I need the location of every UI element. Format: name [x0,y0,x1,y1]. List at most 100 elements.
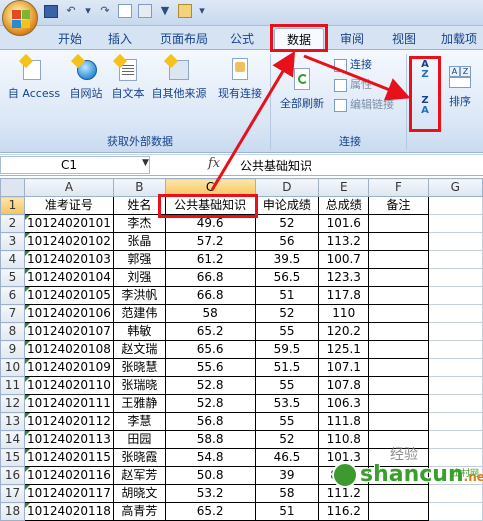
column-header-d[interactable]: D [254,178,320,197]
cell[interactable] [427,376,483,395]
tab-insert[interactable]: 插入 [98,28,142,50]
cell[interactable]: 10124020109 [23,358,114,377]
print-preview-icon[interactable] [118,4,132,18]
cell[interactable]: 50.8 [164,466,256,485]
existing-connections-button[interactable]: 现有连接 [212,56,268,101]
cell[interactable] [427,214,483,233]
cell[interactable]: 10124020106 [23,304,114,323]
connections-button[interactable]: 连接 [334,56,372,74]
cell[interactable]: 张晓霞 [112,448,166,467]
print-icon[interactable] [138,4,152,18]
cell[interactable]: 赵文瑞 [112,340,166,359]
cell[interactable]: 110 [318,304,370,323]
row-header[interactable]: 13 [0,412,25,431]
cell[interactable]: 10124020116 [23,466,114,485]
cell[interactable] [427,250,483,269]
cell[interactable]: 李慧 [112,412,166,431]
cell[interactable]: 65.2 [164,502,256,521]
cell[interactable]: 117.8 [318,286,370,305]
tab-home[interactable]: 开始 [48,28,92,50]
cell[interactable]: 55 [254,322,320,341]
cell[interactable]: 范建伟 [112,304,166,323]
cell[interactable]: 10124020112 [23,412,114,431]
cell[interactable]: 106.3 [318,394,370,413]
header-cell[interactable]: 备注 [368,196,429,215]
cell[interactable]: 刘强 [112,268,166,287]
cell[interactable] [427,268,483,287]
redo-icon[interactable]: ↷ [98,4,112,18]
cell[interactable]: 10124020107 [23,322,114,341]
cell[interactable] [427,412,483,431]
cell[interactable]: 52 [254,430,320,449]
tab-review[interactable]: 审阅 [334,28,370,50]
cell[interactable]: 61.2 [164,250,256,269]
name-box[interactable]: C1 [0,156,150,174]
cell[interactable] [427,340,483,359]
cell[interactable]: 10124020111 [23,394,114,413]
row-header[interactable]: 14 [0,430,25,449]
column-header-a[interactable]: A [23,178,114,197]
properties-button[interactable]: 属性 [334,76,372,94]
cell[interactable] [427,286,483,305]
cell[interactable]: 59.5 [254,340,320,359]
header-cell[interactable]: 总成绩 [318,196,370,215]
cell-remark[interactable] [368,394,429,413]
tab-addins[interactable]: 加载项 [436,28,482,50]
cell[interactable]: 李洪帆 [112,286,166,305]
cell[interactable]: 120.2 [318,322,370,341]
cell[interactable] [427,304,483,323]
cell[interactable]: 10124020103 [23,250,114,269]
cell[interactable] [427,196,483,215]
edit-links-button[interactable]: 编辑链接 [334,96,394,114]
cell[interactable]: 51 [254,286,320,305]
cell[interactable]: 10124020113 [23,430,114,449]
cell[interactable]: 107.1 [318,358,370,377]
name-box-dropdown-icon[interactable]: ▼ [142,158,149,168]
row-header[interactable]: 9 [0,340,25,359]
cell[interactable]: 123.3 [318,268,370,287]
cell[interactable]: 65.6 [164,340,256,359]
filter-icon[interactable]: ▼ [158,4,172,18]
cell[interactable]: 100.7 [318,250,370,269]
row-header[interactable]: 1 [0,196,25,215]
cell[interactable]: 66.8 [164,286,256,305]
undo-icon[interactable]: ↶ [64,4,78,18]
tab-page-layout[interactable]: 页面布局 [152,28,216,50]
from-web-button[interactable]: 自网站 [64,53,108,101]
cell-remark[interactable] [368,358,429,377]
cell[interactable]: 王雅静 [112,394,166,413]
cell[interactable]: 53.5 [254,394,320,413]
cell-remark[interactable] [368,376,429,395]
cell[interactable]: 56.8 [164,412,256,431]
open-icon[interactable] [178,4,192,18]
office-button[interactable] [2,0,38,36]
cell[interactable]: 46.5 [254,448,320,467]
cell-remark[interactable] [368,412,429,431]
cell-remark[interactable] [368,322,429,341]
cell[interactable]: 58 [164,304,256,323]
cell[interactable]: 10124020102 [23,232,114,251]
cell[interactable]: 125.1 [318,340,370,359]
row-header[interactable]: 18 [0,502,25,521]
cell[interactable]: 10124020110 [23,376,114,395]
cell[interactable]: 52 [254,304,320,323]
cell[interactable]: 65.2 [164,322,256,341]
column-header-g[interactable]: G [427,178,483,197]
row-header[interactable]: 2 [0,214,25,233]
row-header[interactable]: 15 [0,448,25,467]
from-other-sources-button[interactable]: 自其他来源 [148,53,210,101]
cell-remark[interactable] [368,214,429,233]
cell[interactable]: 10124020115 [23,448,114,467]
cell-remark[interactable] [368,268,429,287]
cell[interactable]: 52 [254,214,320,233]
cell[interactable]: 田园 [112,430,166,449]
row-header[interactable]: 6 [0,286,25,305]
row-header[interactable]: 5 [0,268,25,287]
column-header-e[interactable]: E [318,178,370,197]
cell[interactable]: 66.8 [164,268,256,287]
header-cell[interactable]: 准考证号 [23,196,114,215]
cell[interactable]: 111.8 [318,412,370,431]
cell[interactable]: 113.2 [318,232,370,251]
cell[interactable]: 57.2 [164,232,256,251]
cell[interactable]: 107.8 [318,376,370,395]
